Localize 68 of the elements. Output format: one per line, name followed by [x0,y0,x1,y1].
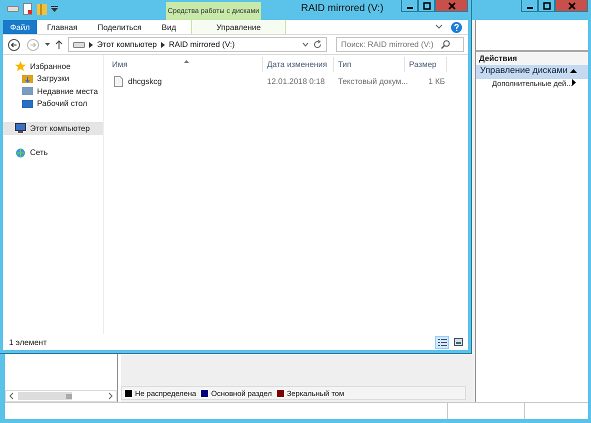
grip-icon [66,394,72,398]
computer-icon [15,123,26,134]
navigation-item[interactable]: Избранное [3,60,103,72]
breadcrumb[interactable]: Этот компьютер [97,40,157,49]
recent-dropdown-icon [45,43,50,46]
navigation-item[interactable]: Этот компьютер [3,122,103,134]
column-header[interactable]: Имя [108,57,263,72]
horizontal-scrollbar[interactable] [5,390,117,402]
folder-icon [37,3,47,15]
minimize-button[interactable] [521,0,538,12]
close-icon [568,2,576,10]
search-icon [441,40,450,49]
actions-section[interactable]: Управление дисками [476,65,588,79]
tiles-view-icon [454,338,462,346]
download-folder-icon [22,74,33,84]
actions-header: Действия [476,50,588,65]
breadcrumb-arrow-icon [160,42,165,48]
ribbon-tab[interactable]: Главная [37,20,88,34]
star-icon [15,61,26,72]
breadcrumb-arrow-icon [89,42,93,48]
search-field[interactable]: Поиск: RAID mirrored (V:) [336,37,464,52]
table-cell-text: Текстовый докум... [337,76,405,86]
drive-icon [73,40,85,48]
file-row[interactable]: dhcgskcg 12.01.2018 0:18 Текстовый докум... 1 КБ [108,72,468,90]
submenu-arrow-icon [572,79,576,86]
ribbon-tab[interactable]: Управление [191,20,286,34]
network-icon [15,148,26,158]
dropdown-icon [302,42,309,47]
recent-places-icon [22,86,33,96]
refresh-icon [313,40,322,49]
close-button[interactable] [555,0,588,12]
up-arrow-icon [55,40,63,49]
text-file-icon [114,76,123,86]
table-cell-text: 12.01.2018 0:18 [266,76,326,86]
expand-ribbon-icon [435,24,443,30]
column-header[interactable]: Дата изменения [263,57,334,72]
navigation-item[interactable]: Рабочий стол [3,98,103,110]
ribbon-tab[interactable]: Вид [152,20,186,34]
maximize-icon [422,2,430,10]
details-view-button[interactable] [435,336,449,348]
column-header[interactable]: Тип [334,57,405,72]
address-bar[interactable]: Этот компьютер RAID mirrored (V:) [68,37,327,52]
close-button[interactable] [435,0,468,12]
navigation-item[interactable]: Загрузки [3,72,103,85]
minimize-button[interactable] [401,0,418,12]
window-title: RAID mirrored (V:) [301,3,384,14]
maximize-button[interactable] [538,0,555,12]
dropdown-icon [51,6,58,12]
details-view-icon [438,338,446,346]
navigation-item[interactable]: Недавние места [3,85,103,98]
tiles-view-button[interactable] [451,336,465,348]
ribbon-tab[interactable]: Поделиться [87,20,152,34]
back-button[interactable] [7,38,21,50]
maximize-button[interactable] [418,0,435,12]
collapse-arrow-icon [570,68,578,73]
file-name: dhcgskcg [128,76,162,86]
scrollbar-thumb[interactable] [18,392,72,400]
breadcrumb[interactable]: RAID mirrored (V:) [168,40,235,49]
navigation-item[interactable]: Сеть [3,146,103,159]
item-count: 1 элемент [9,338,47,346]
file-tab[interactable]: Файл [3,20,37,34]
column-header[interactable]: Размер [405,57,447,72]
sort-arrow-icon [184,60,189,63]
maximize-icon [542,2,550,10]
properties-icon [23,3,33,15]
close-icon [448,2,456,10]
desktop-icon [22,98,33,109]
drive-icon [7,5,19,13]
